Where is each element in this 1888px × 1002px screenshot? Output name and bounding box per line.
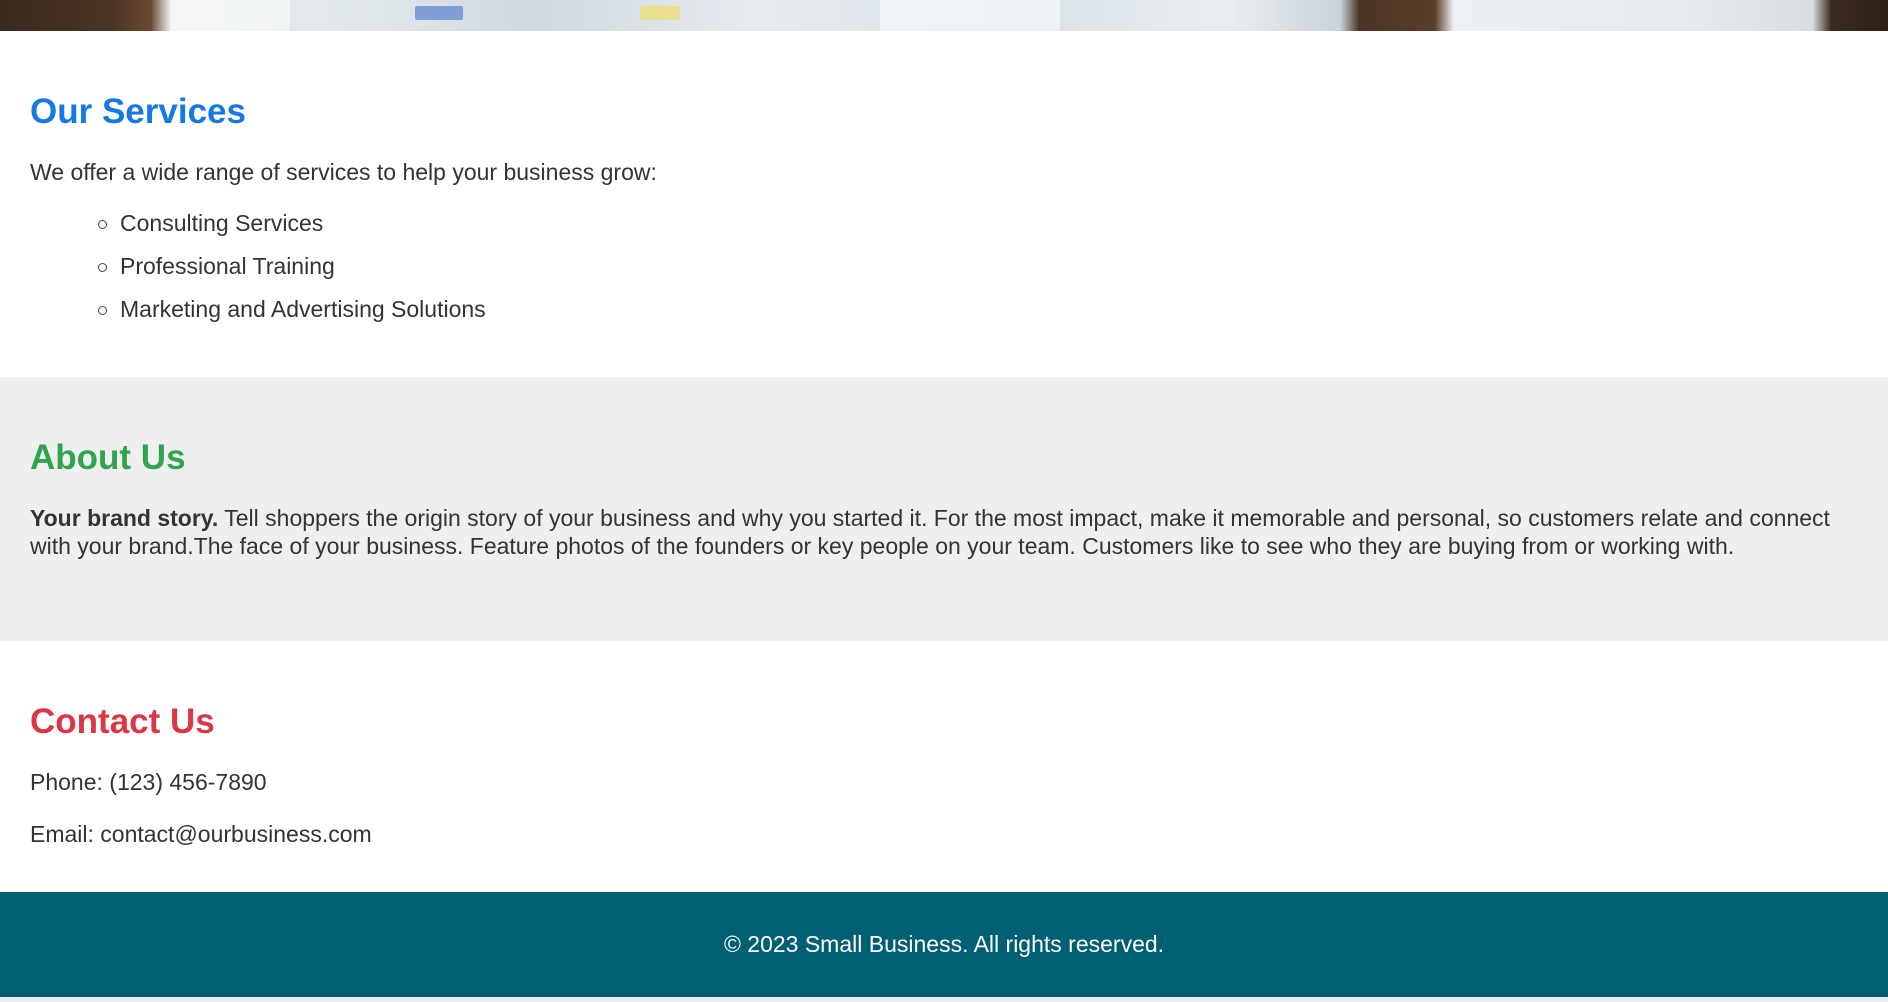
- about-text: Your brand story. Tell shoppers the orig…: [30, 504, 1858, 560]
- services-list: Consulting Services Professional Trainin…: [30, 209, 1858, 323]
- about-lead: Your brand story.: [30, 505, 219, 531]
- page-bottom-edge: [0, 997, 1888, 1002]
- contact-phone: Phone: (123) 456-7890: [30, 769, 267, 795]
- footer: © 2023 Small Business. All rights reserv…: [0, 892, 1888, 997]
- about-body: Tell shoppers the origin story of your b…: [30, 505, 1830, 559]
- contact-section: Contact Us Phone: (123) 456-7890 Email: …: [0, 641, 1888, 892]
- list-item: Consulting Services: [98, 209, 1858, 237]
- list-item: Marketing and Advertising Solutions: [98, 295, 1858, 323]
- list-item: Professional Training: [98, 252, 1858, 280]
- footer-copyright: © 2023 Small Business. All rights reserv…: [723, 931, 1165, 957]
- hero-image: [0, 0, 1888, 31]
- about-section: About Us Your brand story. Tell shoppers…: [0, 377, 1888, 641]
- hero-paper-shape: [170, 0, 290, 31]
- hero-sticky-note-blue: [415, 6, 463, 20]
- services-heading: Our Services: [30, 92, 246, 131]
- hero-chart-paper: [880, 0, 1060, 31]
- contact-email: Email: contact@ourbusiness.com: [30, 821, 372, 847]
- about-heading: About Us: [30, 438, 186, 477]
- contact-heading: Contact Us: [30, 702, 215, 741]
- services-section: Our Services We offer a wide range of se…: [0, 31, 1888, 377]
- services-intro: We offer a wide range of services to hel…: [30, 159, 657, 185]
- hero-sticky-note-yellow: [640, 6, 680, 20]
